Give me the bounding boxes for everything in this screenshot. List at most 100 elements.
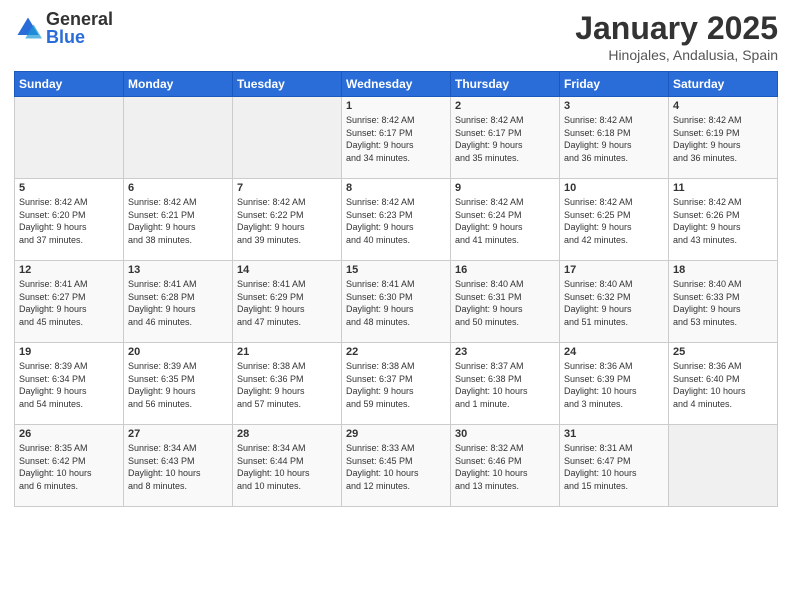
day-cell: 5 Sunrise: 8:42 AM Sunset: 6:20 PM Daylig…	[15, 179, 124, 261]
day-cell: 2 Sunrise: 8:42 AM Sunset: 6:17 PM Daylig…	[451, 97, 560, 179]
logo-icon	[14, 14, 42, 42]
day-cell: 12 Sunrise: 8:41 AM Sunset: 6:27 PM Dayli…	[15, 261, 124, 343]
header-friday: Friday	[560, 72, 669, 97]
header-tuesday: Tuesday	[233, 72, 342, 97]
day-info: Sunrise: 8:36 AM Sunset: 6:40 PM Dayligh…	[673, 360, 773, 410]
week-row-3: 19 Sunrise: 8:39 AM Sunset: 6:34 PM Dayli…	[15, 343, 778, 425]
logo-text: General Blue	[46, 10, 113, 46]
day-info: Sunrise: 8:42 AM Sunset: 6:26 PM Dayligh…	[673, 196, 773, 246]
header-wednesday: Wednesday	[342, 72, 451, 97]
day-info: Sunrise: 8:33 AM Sunset: 6:45 PM Dayligh…	[346, 442, 446, 492]
day-info: Sunrise: 8:32 AM Sunset: 6:46 PM Dayligh…	[455, 442, 555, 492]
week-row-2: 12 Sunrise: 8:41 AM Sunset: 6:27 PM Dayli…	[15, 261, 778, 343]
day-cell: 8 Sunrise: 8:42 AM Sunset: 6:23 PM Daylig…	[342, 179, 451, 261]
day-number: 13	[128, 264, 228, 276]
day-number: 7	[237, 182, 337, 194]
header-sunday: Sunday	[15, 72, 124, 97]
day-info: Sunrise: 8:34 AM Sunset: 6:43 PM Dayligh…	[128, 442, 228, 492]
day-number: 6	[128, 182, 228, 194]
day-number: 31	[564, 428, 664, 440]
day-number: 22	[346, 346, 446, 358]
day-info: Sunrise: 8:41 AM Sunset: 6:30 PM Dayligh…	[346, 278, 446, 328]
day-number: 11	[673, 182, 773, 194]
day-info: Sunrise: 8:42 AM Sunset: 6:18 PM Dayligh…	[564, 114, 664, 164]
day-info: Sunrise: 8:31 AM Sunset: 6:47 PM Dayligh…	[564, 442, 664, 492]
day-info: Sunrise: 8:42 AM Sunset: 6:17 PM Dayligh…	[455, 114, 555, 164]
day-cell: 20 Sunrise: 8:39 AM Sunset: 6:35 PM Dayli…	[124, 343, 233, 425]
calendar-header-row: SundayMondayTuesdayWednesdayThursdayFrid…	[15, 72, 778, 97]
location-subtitle: Hinojales, Andalusia, Spain	[575, 47, 778, 63]
day-info: Sunrise: 8:36 AM Sunset: 6:39 PM Dayligh…	[564, 360, 664, 410]
day-cell: 16Sunrise: 8:40 AM Sunset: 6:31 PM Dayli…	[451, 261, 560, 343]
header-thursday: Thursday	[451, 72, 560, 97]
logo: General Blue	[14, 10, 113, 46]
day-number: 5	[19, 182, 119, 194]
day-number: 17	[564, 264, 664, 276]
day-info: Sunrise: 8:35 AM Sunset: 6:42 PM Dayligh…	[19, 442, 119, 492]
day-info: Sunrise: 8:40 AM Sunset: 6:33 PM Dayligh…	[673, 278, 773, 328]
day-number: 2	[455, 100, 555, 112]
day-number: 1	[346, 100, 446, 112]
day-cell: 3 Sunrise: 8:42 AM Sunset: 6:18 PM Daylig…	[560, 97, 669, 179]
day-cell: 17Sunrise: 8:40 AM Sunset: 6:32 PM Dayli…	[560, 261, 669, 343]
day-cell: 19 Sunrise: 8:39 AM Sunset: 6:34 PM Dayli…	[15, 343, 124, 425]
day-number: 23	[455, 346, 555, 358]
day-cell: 28Sunrise: 8:34 AM Sunset: 6:44 PM Dayli…	[233, 425, 342, 507]
day-cell: 21 Sunrise: 8:38 AM Sunset: 6:36 PM Dayli…	[233, 343, 342, 425]
day-cell: 4Sunrise: 8:42 AM Sunset: 6:19 PM Daylig…	[669, 97, 778, 179]
day-info: Sunrise: 8:39 AM Sunset: 6:34 PM Dayligh…	[19, 360, 119, 410]
day-number: 21	[237, 346, 337, 358]
day-cell	[15, 97, 124, 179]
day-number: 10	[564, 182, 664, 194]
day-cell: 22 Sunrise: 8:38 AM Sunset: 6:37 PM Dayli…	[342, 343, 451, 425]
day-info: Sunrise: 8:42 AM Sunset: 6:19 PM Dayligh…	[673, 114, 773, 164]
day-info: Sunrise: 8:42 AM Sunset: 6:24 PM Dayligh…	[455, 196, 555, 246]
day-info: Sunrise: 8:42 AM Sunset: 6:23 PM Dayligh…	[346, 196, 446, 246]
day-cell: 30 Sunrise: 8:32 AM Sunset: 6:46 PM Dayli…	[451, 425, 560, 507]
day-info: Sunrise: 8:41 AM Sunset: 6:28 PM Dayligh…	[128, 278, 228, 328]
month-title: January 2025	[575, 10, 778, 47]
day-info: Sunrise: 8:42 AM Sunset: 6:21 PM Dayligh…	[128, 196, 228, 246]
day-number: 3	[564, 100, 664, 112]
day-number: 25	[673, 346, 773, 358]
day-cell: 27Sunrise: 8:34 AM Sunset: 6:43 PM Dayli…	[124, 425, 233, 507]
day-number: 29	[346, 428, 446, 440]
day-cell: 25 Sunrise: 8:36 AM Sunset: 6:40 PM Dayli…	[669, 343, 778, 425]
day-cell: 9 Sunrise: 8:42 AM Sunset: 6:24 PM Daylig…	[451, 179, 560, 261]
day-info: Sunrise: 8:42 AM Sunset: 6:25 PM Dayligh…	[564, 196, 664, 246]
day-cell: 10 Sunrise: 8:42 AM Sunset: 6:25 PM Dayli…	[560, 179, 669, 261]
day-cell: 15 Sunrise: 8:41 AM Sunset: 6:30 PM Dayli…	[342, 261, 451, 343]
day-cell	[669, 425, 778, 507]
day-number: 19	[19, 346, 119, 358]
day-number: 9	[455, 182, 555, 194]
day-info: Sunrise: 8:38 AM Sunset: 6:37 PM Dayligh…	[346, 360, 446, 410]
title-block: January 2025 Hinojales, Andalusia, Spain	[575, 10, 778, 63]
week-row-1: 5 Sunrise: 8:42 AM Sunset: 6:20 PM Daylig…	[15, 179, 778, 261]
day-number: 12	[19, 264, 119, 276]
day-cell: 18Sunrise: 8:40 AM Sunset: 6:33 PM Dayli…	[669, 261, 778, 343]
day-cell: 14Sunrise: 8:41 AM Sunset: 6:29 PM Dayli…	[233, 261, 342, 343]
day-number: 30	[455, 428, 555, 440]
day-info: Sunrise: 8:42 AM Sunset: 6:20 PM Dayligh…	[19, 196, 119, 246]
day-number: 26	[19, 428, 119, 440]
calendar-table: SundayMondayTuesdayWednesdayThursdayFrid…	[14, 71, 778, 507]
week-row-4: 26 Sunrise: 8:35 AM Sunset: 6:42 PM Dayli…	[15, 425, 778, 507]
day-number: 24	[564, 346, 664, 358]
day-info: Sunrise: 8:41 AM Sunset: 6:27 PM Dayligh…	[19, 278, 119, 328]
day-number: 15	[346, 264, 446, 276]
day-number: 20	[128, 346, 228, 358]
day-info: Sunrise: 8:39 AM Sunset: 6:35 PM Dayligh…	[128, 360, 228, 410]
day-cell	[233, 97, 342, 179]
day-cell: 23Sunrise: 8:37 AM Sunset: 6:38 PM Dayli…	[451, 343, 560, 425]
day-cell: 24 Sunrise: 8:36 AM Sunset: 6:39 PM Dayli…	[560, 343, 669, 425]
day-cell: 13 Sunrise: 8:41 AM Sunset: 6:28 PM Dayli…	[124, 261, 233, 343]
day-number: 16	[455, 264, 555, 276]
day-info: Sunrise: 8:38 AM Sunset: 6:36 PM Dayligh…	[237, 360, 337, 410]
day-cell: 11 Sunrise: 8:42 AM Sunset: 6:26 PM Dayli…	[669, 179, 778, 261]
page-container: General Blue January 2025 Hinojales, And…	[0, 0, 792, 517]
logo-blue: Blue	[46, 28, 113, 46]
day-number: 14	[237, 264, 337, 276]
day-cell: 7 Sunrise: 8:42 AM Sunset: 6:22 PM Daylig…	[233, 179, 342, 261]
day-info: Sunrise: 8:42 AM Sunset: 6:22 PM Dayligh…	[237, 196, 337, 246]
day-number: 8	[346, 182, 446, 194]
